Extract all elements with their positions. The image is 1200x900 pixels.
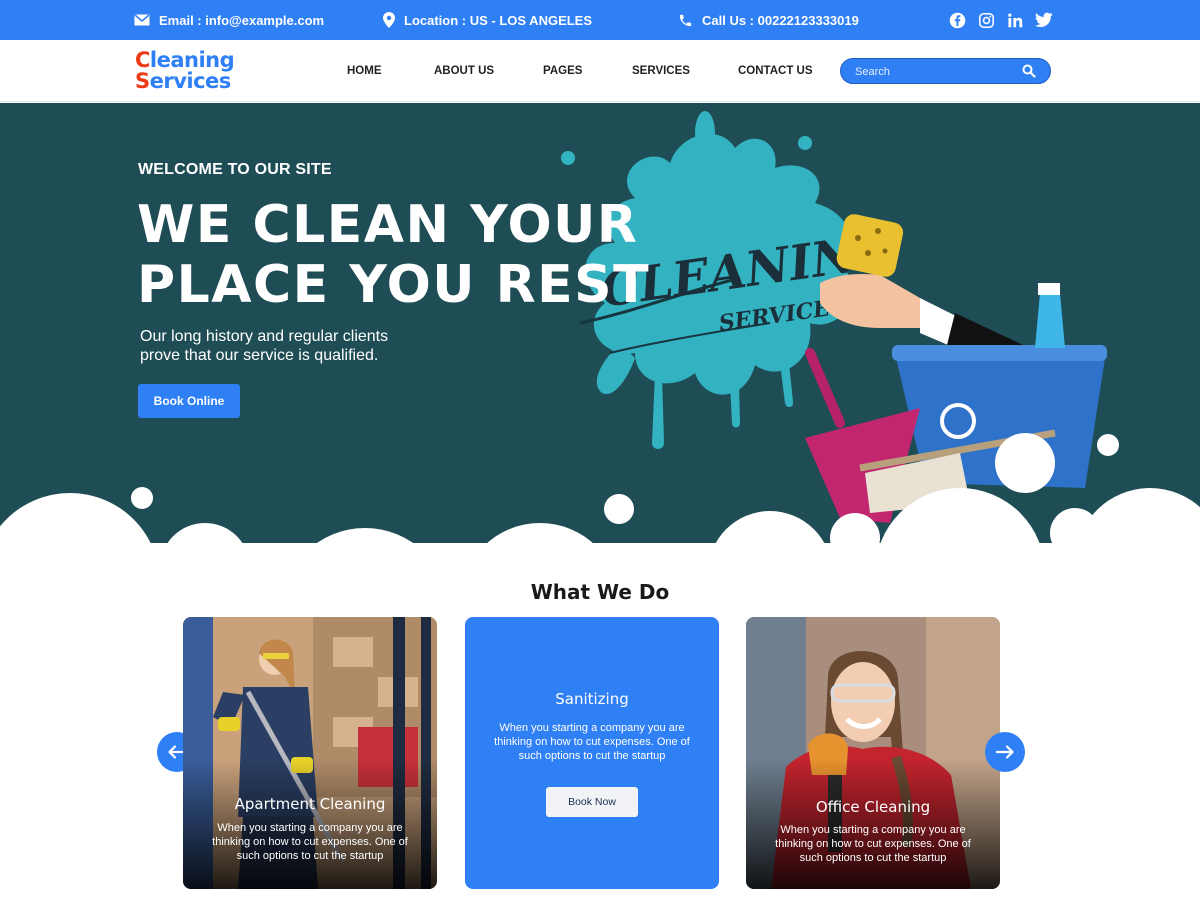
nav-home[interactable]: HOME	[347, 65, 382, 77]
card-title: Sanitizing	[555, 690, 629, 708]
email-text: Email : info@example.com	[159, 12, 325, 28]
service-card-apartment-cleaning[interactable]: Apartment Cleaning When you starting a c…	[183, 617, 437, 889]
location-text: Location : US - LOS ANGELES	[404, 12, 593, 28]
subtitle-line-1: Our long history and regular clients	[140, 328, 389, 345]
service-card-office-cleaning[interactable]: Office Cleaning When you starting a comp…	[746, 617, 1000, 889]
main-header: Cleaning Services HOME ABOUT US PAGES SE…	[0, 40, 1200, 102]
location-pin-icon	[383, 12, 395, 28]
arrow-right-icon	[996, 745, 1014, 759]
book-online-button[interactable]: Book Online	[138, 384, 240, 418]
topbar-email[interactable]: Email : info@example.com	[134, 0, 324, 40]
card-text: When you starting a company you are thin…	[775, 824, 971, 864]
facebook-icon[interactable]	[948, 11, 966, 29]
instagram-icon[interactable]	[977, 11, 995, 29]
headline-line-1: WE CLEAN YOUR	[137, 195, 639, 255]
search-icon[interactable]	[1022, 64, 1036, 78]
hero-subtitle: Our long history and regular clients pro…	[140, 327, 470, 365]
nav-pages[interactable]: PAGES	[543, 65, 582, 77]
top-contact-bar: Email : info@example.com Location : US -…	[0, 0, 1200, 40]
site-logo[interactable]: Cleaning Services	[135, 48, 235, 93]
mail-icon	[134, 14, 150, 26]
phone-icon	[679, 14, 692, 26]
card-text: When you starting a company you are thin…	[494, 722, 690, 762]
card-title: Apartment Cleaning	[234, 795, 386, 813]
phone-text: Call Us : 00222123333019	[702, 12, 859, 28]
nav-services[interactable]: SERVICES	[632, 65, 690, 77]
nav-about-us[interactable]: ABOUT US	[434, 65, 494, 77]
service-card-sanitizing[interactable]: Sanitizing When you starting a company y…	[465, 617, 719, 889]
section-title-what-we-do: What We Do	[530, 580, 670, 604]
headline-line-2: PLACE YOU REST	[137, 255, 651, 315]
hero-headline: WE CLEAN YOUR PLACE YOU REST	[137, 195, 650, 315]
subtitle-line-2: prove that our service is qualified.	[140, 347, 379, 364]
linkedin-icon[interactable]	[1006, 11, 1024, 29]
logo-line-2: Services	[135, 69, 231, 93]
twitter-icon[interactable]	[1035, 11, 1053, 29]
topbar-phone[interactable]: Call Us : 00222123333019	[678, 0, 859, 40]
nav-contact-us[interactable]: CONTACT US	[738, 65, 813, 77]
logo-line-1: Cleaning	[135, 48, 235, 72]
carousel-next-button[interactable]	[985, 732, 1025, 772]
card-text: When you starting a company you are thin…	[212, 822, 408, 862]
card-title: Office Cleaning	[815, 798, 931, 816]
search-input[interactable]	[855, 63, 1015, 80]
book-now-button[interactable]: Book Now	[546, 787, 638, 817]
search-box	[840, 58, 1051, 84]
hero-welcome: WELCOME TO OUR SITE	[138, 161, 332, 178]
topbar-location: Location : US - LOS ANGELES	[383, 0, 592, 40]
hero-section: CLEANING SERVICE WELCOME TO OUR SITE WE …	[0, 103, 1200, 553]
social-links	[948, 0, 1053, 40]
